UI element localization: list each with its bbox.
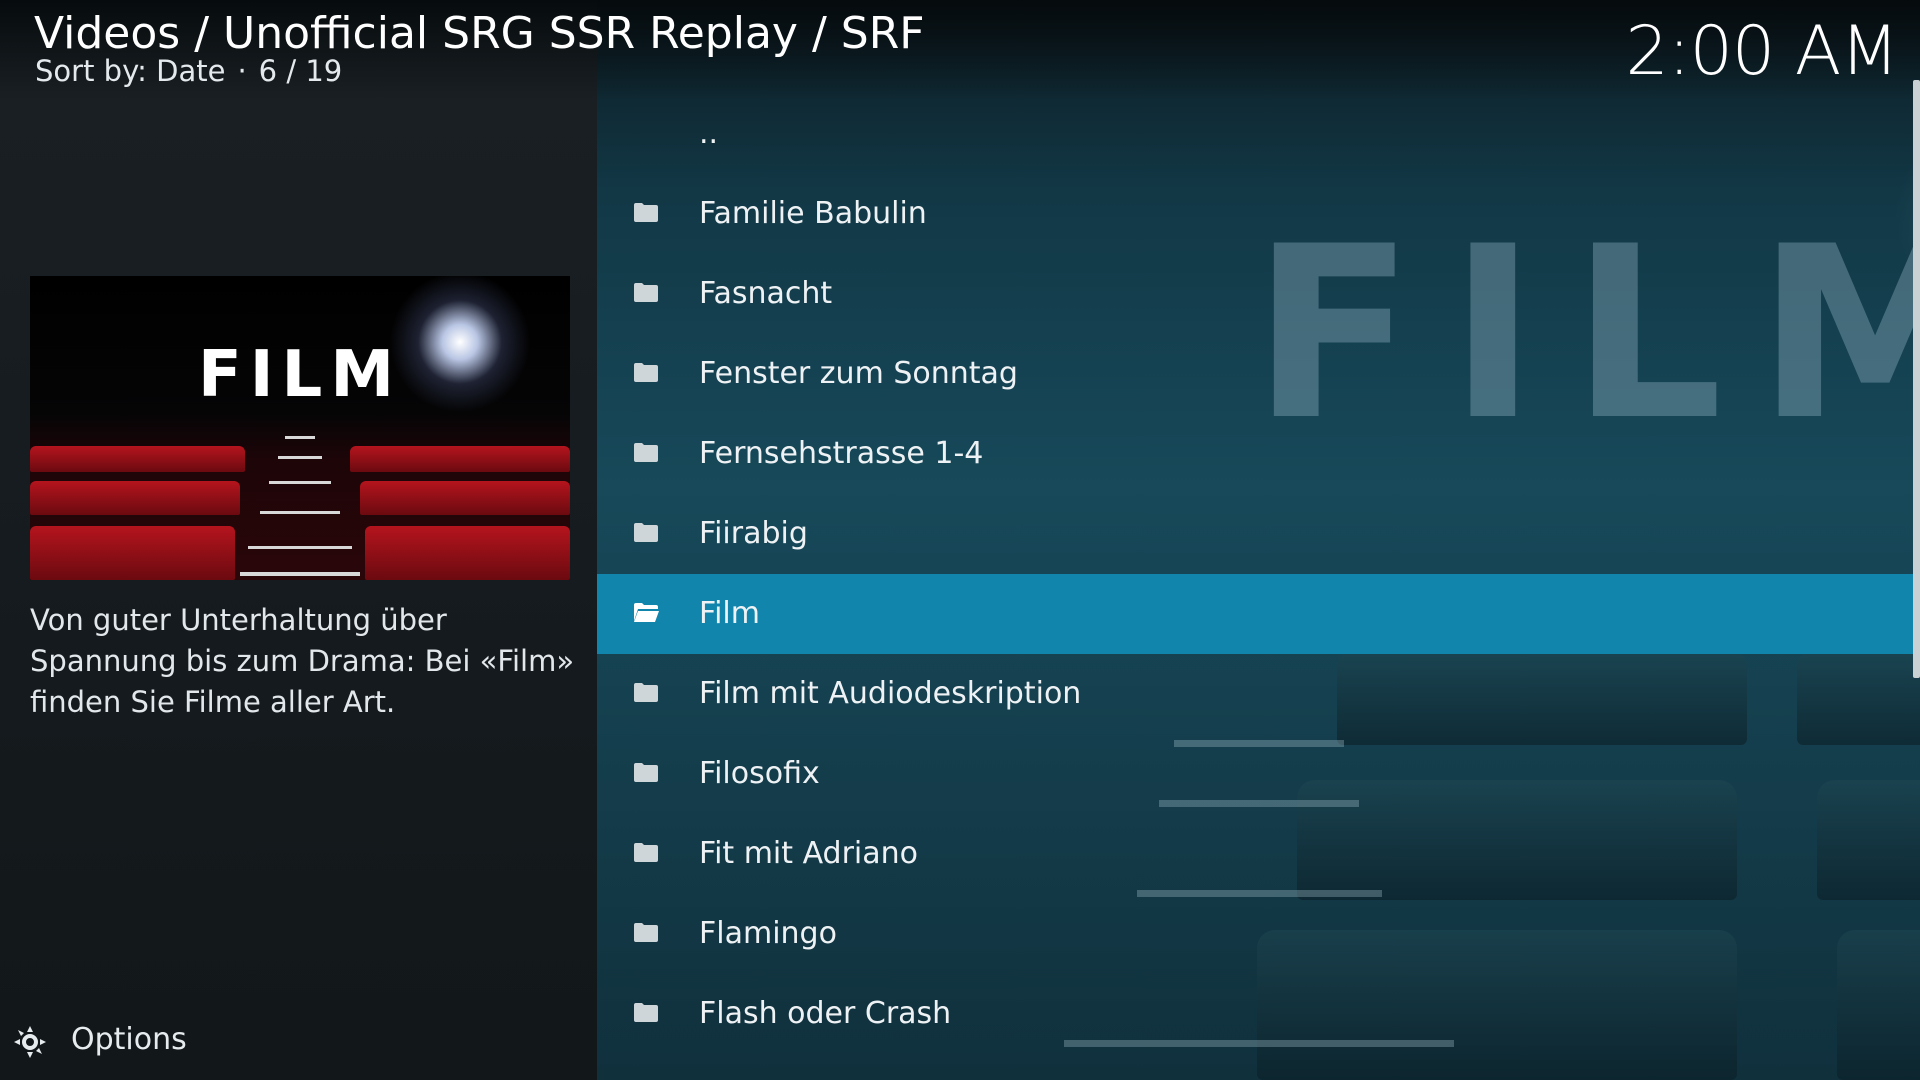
thumbnail-seat-row	[30, 446, 245, 472]
list-item[interactable]: Film	[597, 574, 1913, 654]
thumbnail-seat-row	[30, 526, 235, 580]
folder-icon	[634, 363, 658, 382]
folder-icon	[634, 763, 658, 782]
folder-list[interactable]: .. Familie Babulin Fasnacht Fenster zum Son…	[597, 94, 1920, 1080]
folder-open-icon	[634, 603, 659, 622]
list-item[interactable]: Filosofix	[597, 734, 1913, 814]
thumbnail-seat-row	[350, 446, 570, 472]
list-item-label: Familie Babulin	[699, 196, 927, 231]
folder-icon	[634, 843, 658, 862]
thumbnail-image: FILM	[30, 276, 570, 580]
list-item-label: Fenster zum Sonntag	[699, 356, 1018, 391]
breadcrumb: Videos / Unofficial SRG SSR Replay / SRF	[34, 8, 925, 59]
list-scrollbar[interactable]	[1913, 80, 1920, 678]
sort-separator: ·	[237, 54, 247, 88]
thumbnail-seat-row	[30, 481, 240, 515]
options-label: Options	[71, 1022, 187, 1057]
list-item-label: Filosofix	[699, 756, 820, 791]
list-item-label: Fernsehstrasse 1-4	[699, 436, 984, 471]
kodi-window: FILM Videos / Unofficial SRG SSR Replay …	[0, 0, 1920, 1080]
list-item[interactable]: Familie Babulin	[597, 174, 1913, 254]
thumbnail-stair	[260, 511, 340, 514]
list-item-label: Flamingo	[699, 916, 837, 951]
thumbnail-seat-row	[360, 481, 570, 515]
options-icon	[14, 1026, 46, 1058]
folder-icon	[634, 443, 658, 462]
plot-description: Von guter Unterhaltung über Spannung bis…	[30, 603, 575, 719]
thumbnail-stair	[248, 546, 352, 549]
list-item[interactable]: Fasnacht	[597, 254, 1913, 334]
thumbnail-stair	[278, 456, 322, 459]
thumbnail-stair	[269, 481, 331, 484]
thumbnail-stair	[285, 436, 315, 439]
list-item-label: Film mit Audiodeskription	[699, 676, 1082, 711]
thumbnail-stair	[240, 572, 360, 576]
folder-icon	[634, 203, 658, 222]
list-item-label: Flash oder Crash	[699, 996, 952, 1031]
folder-icon	[634, 283, 658, 302]
folder-icon	[634, 683, 658, 702]
list-item[interactable]: Flash oder Crash	[597, 974, 1913, 1054]
list-item-label: ..	[699, 116, 719, 151]
list-item-label: Fiirabig	[699, 516, 808, 551]
clock: 2:00 AM	[1625, 12, 1899, 91]
sort-info: Sort by: Date · 6 / 19	[35, 54, 342, 88]
list-item[interactable]: Fiirabig	[597, 494, 1913, 574]
list-item[interactable]: Fit mit Adriano	[597, 814, 1913, 894]
thumbnail-seat-row	[365, 526, 570, 580]
item-position: 6 / 19	[258, 54, 343, 88]
folder-icon	[634, 923, 658, 942]
list-item[interactable]: Fenster zum Sonntag	[597, 334, 1913, 414]
list-item[interactable]: Flamingo	[597, 894, 1913, 974]
list-item[interactable]: Fernsehstrasse 1-4	[597, 414, 1913, 494]
list-item-label: Fasnacht	[699, 276, 833, 311]
list-item-label: Film	[699, 596, 760, 631]
list-item-label: Fit mit Adriano	[699, 836, 919, 871]
list-item[interactable]: Fokus Japan	[597, 1054, 1913, 1080]
folder-icon	[634, 523, 658, 542]
options-button[interactable]: Options	[12, 1020, 212, 1066]
parent-folder-item[interactable]: ..	[597, 94, 1913, 174]
folder-icon	[634, 1003, 658, 1022]
thumbnail-title: FILM	[198, 338, 402, 412]
list-item[interactable]: Film mit Audiodeskription	[597, 654, 1913, 734]
sort-label: Sort by: Date	[35, 54, 226, 88]
list-item-label: Fokus Japan	[699, 1054, 878, 1080]
